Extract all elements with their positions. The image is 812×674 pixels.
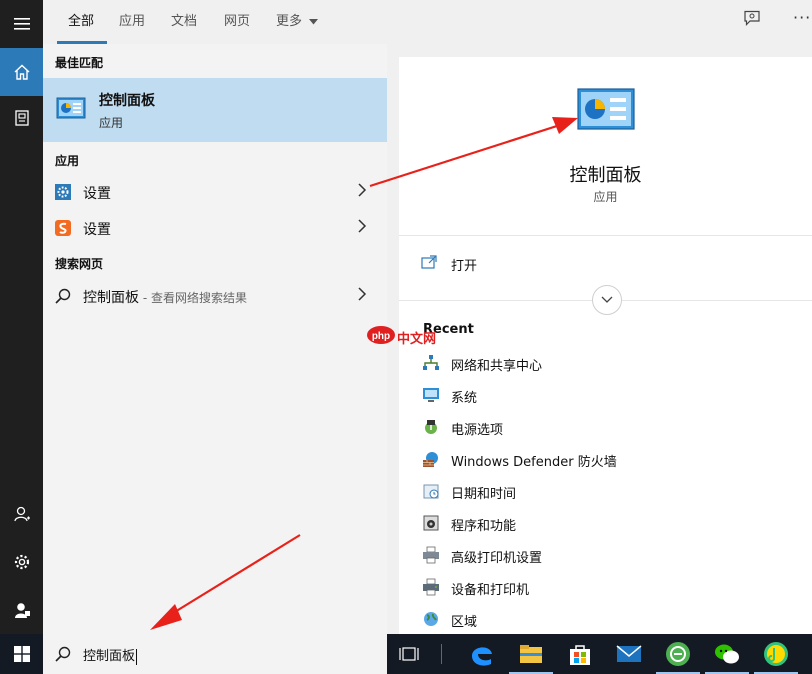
recent-item-label: 系统 (451, 391, 478, 406)
web-search-result[interactable]: 控制面板 - 查看网络搜索结果 (43, 280, 387, 312)
open-label: 打开 (451, 259, 478, 274)
file-explorer-icon[interactable] (517, 640, 545, 668)
watermark-text: 中文网 (397, 332, 437, 347)
windows-start-search: 全部 应用 文档 网页 更多 ··· 最佳匹配 控制面板 应用 应用 设置 设置… (0, 0, 812, 674)
start-button[interactable] (0, 634, 43, 674)
printer-icon (423, 546, 439, 564)
feedback-icon (744, 10, 760, 26)
recent-item-label: 设备和打印机 (451, 583, 530, 598)
detail-pane: 控制面板 应用 打开 Recent 网络和共享中心 系统 电源选项 Window… (399, 57, 812, 634)
green-app-icon[interactable] (664, 640, 692, 668)
web-search-heading: 搜索网页 (55, 257, 104, 271)
svg-text:php: php (372, 331, 390, 342)
best-match-item[interactable]: 控制面板 应用 (43, 78, 387, 142)
home-icon (14, 64, 29, 80)
taskbar: 控制面板 (0, 634, 812, 674)
text-caret (136, 648, 138, 665)
chevron-down-icon (601, 296, 613, 303)
add-user-icon (13, 506, 30, 522)
web-search-label-wrap: 控制面板 - 查看网络搜索结果 (83, 287, 247, 307)
store-icon[interactable] (566, 640, 594, 668)
network-icon (423, 355, 439, 370)
detail-title: 控制面板 (569, 165, 642, 186)
chevron-right-icon (358, 219, 367, 233)
tab-documents-label: 文档 (171, 14, 198, 29)
recent-item-label: 日期和时间 (451, 487, 517, 502)
home-button[interactable] (0, 48, 43, 96)
open-icon (421, 255, 437, 269)
web-search-label: 控制面板 (83, 290, 139, 306)
tab-all[interactable]: 全部 (68, 10, 94, 29)
search-icon (55, 646, 71, 662)
wechat-icon[interactable] (713, 640, 741, 668)
edge-icon[interactable] (468, 640, 496, 668)
best-match-title: 控制面板 (99, 93, 155, 109)
documents-button[interactable] (0, 94, 43, 142)
user-icon (14, 603, 30, 618)
app-result-label: 设置 (83, 186, 111, 202)
hamburger-menu-button[interactable] (0, 0, 43, 48)
firewall-icon (423, 452, 438, 467)
system-icon (423, 388, 439, 402)
expand-button[interactable] (592, 285, 622, 315)
search-icon (55, 288, 71, 304)
tab-all-label: 全部 (68, 14, 95, 29)
sogou-settings-icon (55, 220, 71, 236)
programs-icon (423, 515, 439, 531)
chevron-right-icon (358, 183, 367, 197)
tab-apps[interactable]: 应用 (119, 10, 145, 29)
more-options-button[interactable]: ··· (793, 8, 811, 27)
document-icon (14, 110, 29, 126)
search-scope-tabs: 全部 应用 文档 网页 更多 ··· (43, 0, 812, 44)
chevron-right-icon (358, 287, 367, 301)
taskbar-search-box[interactable]: 控制面板 (43, 634, 387, 674)
tab-more[interactable]: 更多 (276, 10, 319, 29)
windows-logo-icon (13, 646, 30, 662)
app-result-settings[interactable]: 设置 (43, 176, 387, 208)
tab-apps-label: 应用 (119, 14, 146, 29)
watermark: php 中文网 (366, 325, 436, 349)
search-input-value[interactable]: 控制面板 (83, 645, 138, 665)
left-rail (0, 0, 43, 634)
power-icon (425, 420, 437, 434)
best-match-heading: 最佳匹配 (55, 56, 104, 70)
settings-button[interactable] (0, 538, 43, 586)
task-view-icon[interactable] (396, 640, 424, 668)
mail-icon[interactable] (615, 640, 643, 668)
app-result-sogou-settings[interactable]: 设置 (43, 212, 387, 244)
recent-item-label: 网络和共享中心 (451, 359, 543, 374)
recent-item-label: 高级打印机设置 (451, 551, 543, 566)
gear-icon (14, 554, 29, 570)
control-panel-large-icon (577, 88, 635, 130)
taskbar-separator (441, 644, 442, 664)
detail-subtitle: 应用 (593, 190, 618, 204)
hamburger-icon (13, 18, 30, 30)
recent-item-label: Windows Defender 防火墙 (451, 455, 617, 470)
app-result-label: 设置 (83, 222, 111, 238)
qq-music-icon[interactable] (762, 640, 790, 668)
recent-item-label: 程序和功能 (451, 519, 517, 534)
tab-documents[interactable]: 文档 (171, 10, 197, 29)
recent-item-label: 电源选项 (451, 423, 504, 438)
chevron-down-icon (309, 19, 319, 25)
results-pane: 最佳匹配 控制面板 应用 应用 设置 设置 搜索网页 控制面板 - 查看网络搜索… (43, 44, 387, 634)
best-match-subtitle: 应用 (99, 116, 124, 130)
web-search-suffix: - 查看网络搜索结果 (139, 291, 247, 305)
feedback-button[interactable] (743, 10, 761, 32)
divider (399, 235, 812, 236)
apps-heading: 应用 (55, 154, 80, 168)
tab-web[interactable]: 网页 (224, 10, 250, 29)
php-logo: php (367, 326, 395, 344)
devices-printers-icon (423, 578, 439, 596)
settings-gear-icon (55, 184, 71, 200)
control-panel-icon (56, 97, 86, 119)
search-query: 控制面板 (83, 649, 136, 664)
recent-item-label: 区域 (451, 615, 478, 630)
tab-web-label: 网页 (224, 14, 251, 29)
region-globe-icon (424, 612, 438, 626)
calendar-icon (423, 484, 439, 499)
user-button[interactable] (0, 586, 43, 634)
account-button[interactable] (0, 490, 43, 538)
tab-more-label: 更多 (276, 14, 303, 29)
